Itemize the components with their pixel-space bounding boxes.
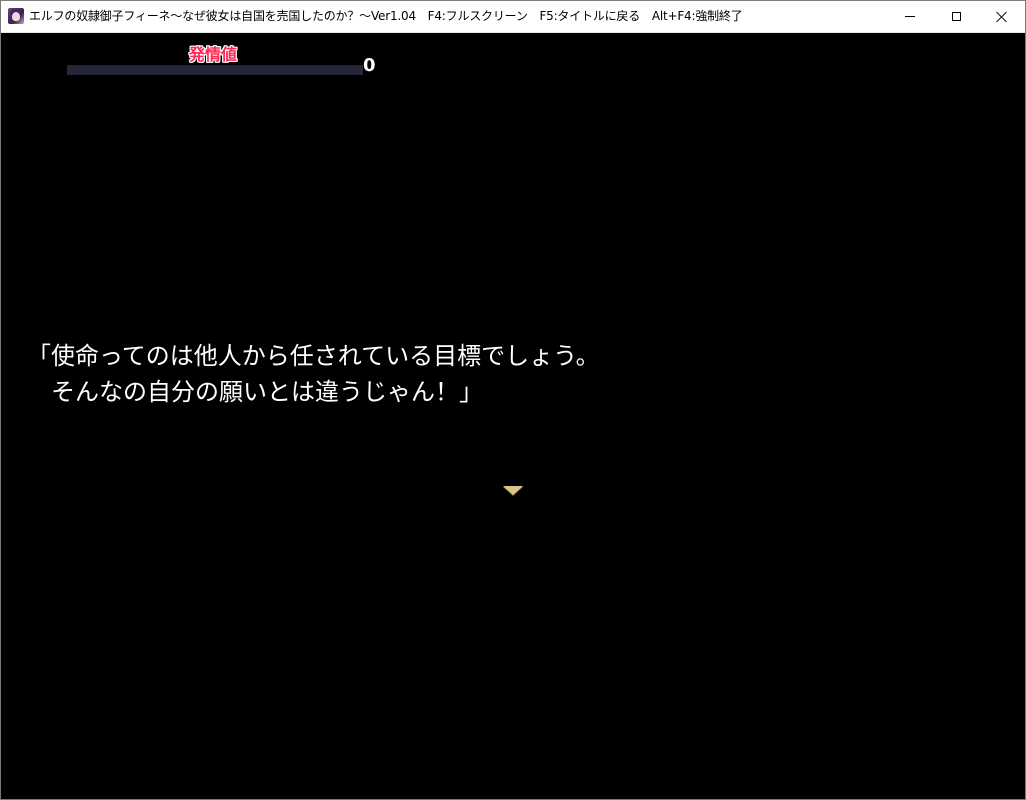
maximize-icon: [951, 12, 961, 21]
icon-face: [12, 12, 20, 21]
maximize-button[interactable]: [933, 1, 979, 32]
minimize-button[interactable]: [887, 1, 933, 32]
dialogue-line-2: そんなの自分の願いとは違うじゃん！」: [27, 378, 483, 406]
dialogue-message[interactable]: 「使命ってのは他人から任されている目標でしょう。 そんなの自分の願いとは違うじゃ…: [27, 338, 987, 410]
arousal-gauge-label: 発情値: [189, 45, 238, 64]
arousal-gauge-value: 0: [363, 55, 376, 76]
dialogue-line-1: 「使命ってのは他人から任されている目標でしょう。: [27, 342, 600, 370]
close-icon: [996, 11, 1008, 23]
minimize-icon: [905, 16, 915, 17]
game-window: エルフの奴隷御子フィーネ～なぜ彼女は自国を売国したのか？～Ver1.04 F4:…: [0, 0, 1026, 800]
triangle-down-icon[interactable]: [503, 486, 523, 495]
game-screen[interactable]: 発情値 0 「使命ってのは他人から任されている目標でしょう。 そんなの自分の願い…: [1, 33, 1025, 799]
close-button[interactable]: [979, 1, 1025, 32]
title-bar[interactable]: エルフの奴隷御子フィーネ～なぜ彼女は自国を売国したのか？～Ver1.04 F4:…: [1, 1, 1025, 33]
window-title: エルフの奴隷御子フィーネ～なぜ彼女は自国を売国したのか？～Ver1.04 F4:…: [29, 9, 743, 23]
arousal-gauge-bar: [67, 65, 363, 75]
app-character-icon[interactable]: [8, 8, 24, 24]
